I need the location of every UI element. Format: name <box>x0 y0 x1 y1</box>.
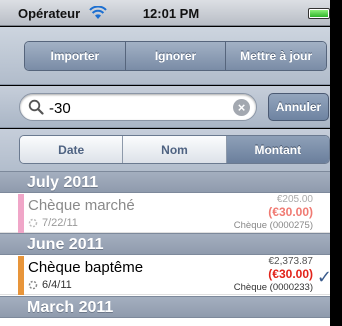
clock: 12:01 PM <box>142 6 200 21</box>
action-toolbar: Importer Ignorer Mettre à jour <box>0 27 342 85</box>
transaction-row[interactable]: Chèque marché 7/22/11 €205.00 (€30.00) C… <box>0 194 342 233</box>
battery-icon <box>308 8 333 19</box>
sort-amount-tab[interactable]: Montant <box>226 136 329 163</box>
import-button[interactable]: Importer <box>25 42 126 70</box>
category-color-bar <box>18 194 24 233</box>
transaction-split-amount: (€30.00) <box>268 205 313 219</box>
cancel-button[interactable]: Annuler <box>268 93 329 121</box>
transaction-type: Chèque (0000275) <box>233 220 313 231</box>
section-header-june-2011: June 2011 <box>0 233 342 255</box>
transaction-title: Chèque marché <box>28 197 135 214</box>
update-button[interactable]: Mettre à jour <box>226 42 326 70</box>
category-color-bar <box>18 256 24 295</box>
search-icon <box>28 99 44 115</box>
sort-bar: Date Nom Montant <box>0 129 342 171</box>
transaction-title: Chèque baptême <box>28 259 144 276</box>
sort-date-tab[interactable]: Date <box>20 136 124 163</box>
spinner-icon <box>28 218 38 228</box>
search-bar: × Annuler <box>0 86 342 128</box>
sort-name-tab[interactable]: Nom <box>123 136 227 163</box>
section-header-july-2011: July 2011 <box>0 171 342 193</box>
screen-edge <box>330 0 342 326</box>
transaction-amount: €205.00 <box>276 194 313 205</box>
transaction-list: July 2011 Chèque marché 7/22/11 €205.00 … <box>0 171 342 326</box>
transaction-split-amount: (€30.00) <box>268 267 313 281</box>
transaction-date: 6/4/11 <box>42 279 72 291</box>
status-bar: Opérateur 12:01 PM <box>0 0 342 26</box>
clear-search-icon[interactable]: × <box>233 99 250 116</box>
transaction-row[interactable]: Chèque baptême 6/4/11 €2,373.87 (€30.00)… <box>0 256 342 295</box>
ignore-button[interactable]: Ignorer <box>125 42 227 70</box>
search-field[interactable]: × <box>19 93 257 121</box>
transaction-amount: €2,373.87 <box>268 256 314 267</box>
action-segmented-control: Importer Ignorer Mettre à jour <box>24 41 327 71</box>
spinner-icon <box>28 280 38 290</box>
section-header-march-2011: March 2011 <box>0 296 342 318</box>
sort-segmented-control: Date Nom Montant <box>19 135 330 164</box>
search-input[interactable] <box>49 98 224 118</box>
transaction-date: 7/22/11 <box>42 217 78 229</box>
transaction-type: Chèque (0000233) <box>233 282 313 293</box>
